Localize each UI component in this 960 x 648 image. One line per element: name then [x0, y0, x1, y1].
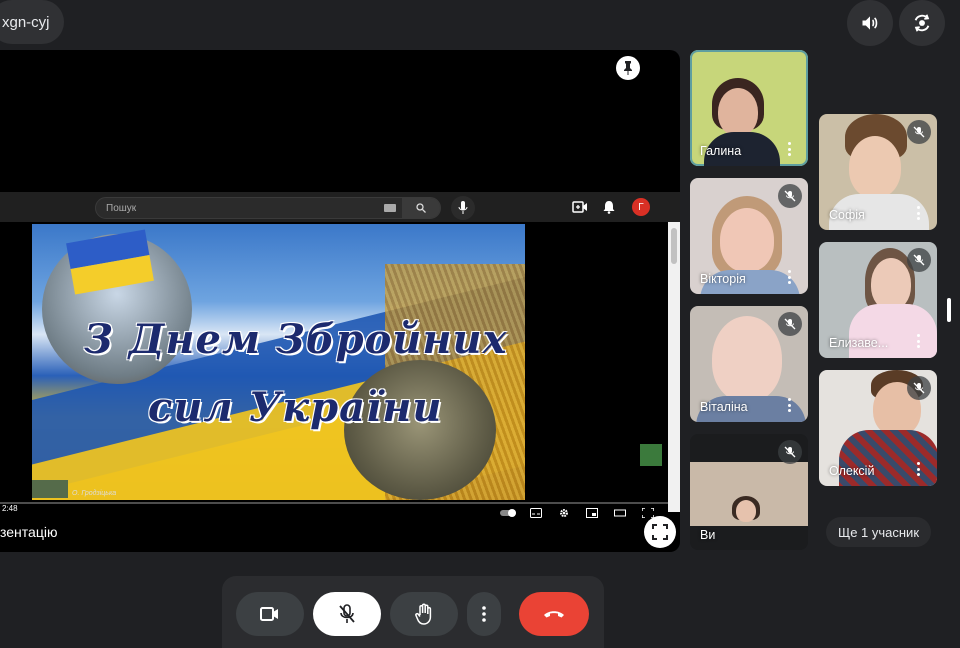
youtube-search-input[interactable]: Пошук: [95, 197, 441, 219]
participant-tile-vitalina[interactable]: Віталіна: [690, 306, 808, 422]
camera-icon: [260, 607, 278, 621]
search-icon: [416, 203, 426, 213]
participant-name: Віталіна: [700, 400, 748, 414]
tiles-scroll-indicator[interactable]: [947, 298, 951, 322]
miniplayer-icon[interactable]: [586, 508, 598, 518]
participant-name: Галина: [700, 144, 742, 158]
face: [871, 258, 911, 310]
mic-off-icon: [907, 376, 931, 400]
participant-name: Елизаве...: [829, 336, 889, 350]
youtube-scrollbar[interactable]: [668, 222, 680, 512]
participant-tile-halyna[interactable]: Галина: [690, 50, 808, 166]
video-progress-bar[interactable]: [0, 502, 668, 504]
create-video-icon[interactable]: [572, 200, 588, 214]
raise-hand-button[interactable]: [390, 592, 458, 636]
stage-fullscreen-button[interactable]: [644, 516, 676, 548]
mic-off-icon: [907, 248, 931, 272]
more-vert-icon: [482, 606, 486, 622]
pin-button[interactable]: [616, 56, 640, 80]
more-vert-icon[interactable]: [788, 398, 792, 412]
poster-title-line1: З Днем Збройних: [84, 316, 508, 363]
keyboard-icon: [384, 204, 396, 212]
channel-thumbnail: [32, 480, 68, 498]
youtube-avatar[interactable]: Г: [632, 198, 650, 216]
participant-name: Вікторія: [700, 272, 746, 286]
voice-search-button[interactable]: [451, 196, 475, 220]
search-button[interactable]: [402, 198, 440, 218]
mic-off-icon: [778, 440, 802, 464]
participant-name: Софія: [829, 208, 865, 222]
face: [712, 316, 782, 402]
face: [718, 88, 758, 136]
more-vert-icon[interactable]: [917, 334, 921, 348]
participant-tile-self[interactable]: Ви: [690, 434, 808, 550]
notifications-icon[interactable]: [601, 200, 617, 214]
mic-off-icon: [339, 604, 355, 623]
fullscreen-icon[interactable]: [642, 508, 654, 518]
participant-tile-viktoria[interactable]: Вікторія: [690, 178, 808, 294]
meet-call-screen: xgn-cyj Пошук Г З Днем Збройних сил Укра…: [0, 0, 960, 648]
participant-name: Ви: [700, 528, 716, 542]
pin-icon: [624, 61, 632, 75]
call-controls: [222, 576, 604, 648]
youtube-screenshare: Пошук Г З Днем Збройних сил України О. Г…: [0, 192, 680, 518]
video-time: 2:48: [2, 504, 18, 513]
more-participants-button[interactable]: Ще 1 учасник: [826, 517, 932, 547]
more-vert-icon[interactable]: [917, 206, 921, 220]
more-vert-icon[interactable]: [788, 142, 792, 156]
video-credit: О. Гродзіцька: [72, 490, 117, 497]
search-placeholder: Пошук: [106, 202, 137, 214]
face: [736, 500, 756, 522]
face: [849, 136, 901, 198]
subtitles-icon[interactable]: [530, 508, 542, 518]
participant-tile-oleksii[interactable]: Олексій: [819, 370, 937, 486]
face: [720, 208, 774, 272]
end-call-button[interactable]: [519, 592, 589, 636]
mic-icon: [458, 201, 468, 214]
participant-name: Олексій: [829, 464, 875, 478]
more-vert-icon[interactable]: [788, 270, 792, 284]
mic-off-icon: [778, 184, 802, 208]
mic-off-icon: [907, 120, 931, 144]
youtube-header: Пошук Г: [0, 192, 680, 222]
mic-toggle-button[interactable]: [313, 592, 381, 636]
presentation-label: зентацію: [0, 524, 58, 540]
presentation-stage: Пошук Г З Днем Збройних сил України О. Г…: [0, 50, 680, 552]
more-vert-icon[interactable]: [917, 462, 921, 476]
participant-tile-elyzaveta[interactable]: Елизаве...: [819, 242, 937, 358]
channel-watermark[interactable]: [640, 444, 662, 466]
speaker-icon: [862, 16, 878, 30]
youtube-player[interactable]: З Днем Збройних сил України О. Гродзіцьк…: [0, 222, 668, 518]
more-options-button[interactable]: [467, 592, 501, 636]
poster-title-line2: сил України: [148, 384, 443, 431]
theater-mode-icon[interactable]: [614, 508, 626, 518]
video-frame-poster: З Днем Збройних сил України: [32, 224, 525, 500]
switch-camera-icon: [914, 14, 930, 32]
settings-gear-icon[interactable]: [558, 508, 570, 518]
raise-hand-icon: [415, 603, 432, 625]
mic-off-icon: [778, 312, 802, 336]
speaker-button[interactable]: [847, 0, 893, 46]
switch-camera-button[interactable]: [899, 0, 945, 46]
camera-toggle-button[interactable]: [236, 592, 304, 636]
meeting-code[interactable]: xgn-cyj: [0, 0, 64, 44]
autoplay-toggle-icon[interactable]: [500, 508, 516, 518]
more-participants-label: Ще 1 учасник: [838, 524, 920, 540]
meeting-code-text: xgn-cyj: [2, 13, 50, 31]
end-call-icon: [544, 611, 564, 618]
fullscreen-icon: [652, 524, 668, 540]
avatar-letter: Г: [638, 201, 644, 213]
participant-tile-sofia[interactable]: Софія: [819, 114, 937, 230]
